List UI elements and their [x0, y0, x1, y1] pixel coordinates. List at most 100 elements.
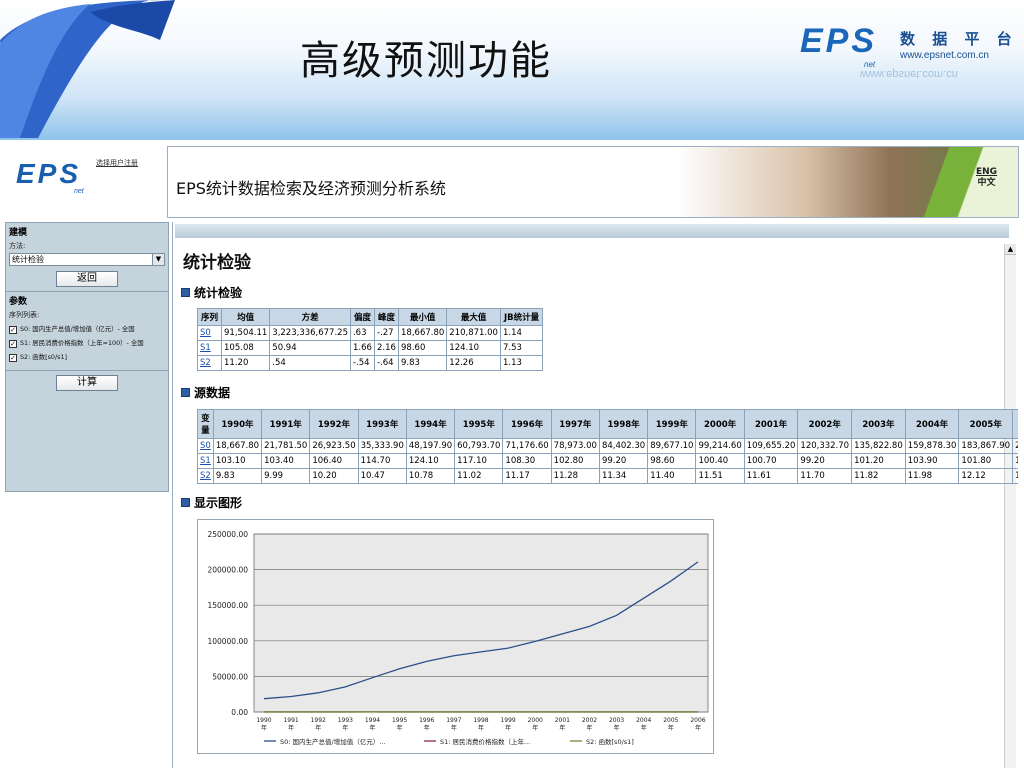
- stats-series-link[interactable]: S2: [196, 355, 223, 371]
- x-tick-label: 2003: [609, 717, 624, 724]
- series-item-s0[interactable]: ✓ S0: 国内生产总值/增加值（亿元）- 全国: [9, 324, 165, 334]
- stats-cell: -.54: [349, 355, 376, 371]
- source-cell: 11.70: [797, 468, 853, 484]
- method-select[interactable]: 统计检验 ▼: [9, 253, 165, 266]
- stats-cell: 105.08: [221, 340, 271, 356]
- register-link[interactable]: 选择用户注册: [96, 158, 138, 168]
- x-tick-label-unit: 年: [369, 724, 375, 732]
- stats-cell: 9.83: [398, 355, 448, 371]
- source-cell: 99.20: [598, 453, 649, 469]
- app-logo: EPS net 选择用户注册: [10, 148, 160, 208]
- collapse-square-icon[interactable]: [181, 498, 190, 507]
- source-cell: 11.51: [695, 468, 745, 484]
- source-cell: 103.90: [904, 453, 960, 469]
- stats-section-label: 统计检验: [194, 286, 243, 300]
- language-switch: ENG 中文: [976, 167, 997, 189]
- source-series-link[interactable]: S0: [197, 438, 214, 454]
- stats-cell: 210,871.00: [446, 325, 501, 341]
- plot-area: [253, 533, 709, 713]
- source-cell: 98.60: [647, 453, 697, 469]
- source-cell: 10.78: [405, 468, 456, 484]
- table-row: S0 18,667.80 21,781.50 26,923.50 35,333.90 48…: [197, 438, 1018, 454]
- stats-header-cell: 峰度: [373, 308, 400, 326]
- source-cell: 117.10: [454, 453, 504, 469]
- source-cell: 18,667.80: [212, 438, 263, 454]
- x-tick-label-unit: 年: [695, 724, 701, 732]
- source-header-cell: 2003年: [851, 409, 906, 439]
- source-series-link[interactable]: S1: [197, 453, 214, 469]
- stats-header-cell: 序列: [196, 308, 223, 326]
- stats-cell: 12.26: [446, 355, 501, 371]
- x-tick-label: 1994: [365, 717, 380, 724]
- collapse-square-icon[interactable]: [181, 288, 190, 297]
- x-tick-label: 1990: [256, 717, 271, 724]
- collapse-square-icon[interactable]: [181, 388, 190, 397]
- line-chart-svg: 0.00 50000.00 100000.00 150000.00 200000.00 2…: [207, 530, 709, 746]
- table-row: S2 11.20.54 -.54 -.64 9.83 12.26 1.13: [196, 355, 544, 371]
- x-tick-label-unit: 年: [315, 724, 321, 732]
- stats-series-link[interactable]: S0: [196, 325, 223, 341]
- x-tick-label: 2001: [555, 717, 570, 724]
- source-header-cell: 2002年: [797, 409, 853, 439]
- source-cell: 108.30: [502, 453, 552, 469]
- checkbox-checked-icon[interactable]: ✓: [9, 354, 17, 362]
- table-row: S1 103.10 103.40 106.40 114.70 124.10 117.10 10…: [197, 453, 1018, 469]
- chevron-down-icon[interactable]: ▼: [152, 254, 164, 265]
- chart-section-title: 显示图形: [181, 494, 242, 511]
- x-tick-label: 1992: [311, 717, 326, 724]
- compute-button[interactable]: 计算: [56, 375, 118, 391]
- lang-cn-link[interactable]: 中文: [976, 178, 997, 189]
- stats-cell: .63: [349, 325, 376, 341]
- source-cell: 99,214.60: [695, 438, 745, 454]
- checkbox-checked-icon[interactable]: ✓: [9, 326, 17, 334]
- source-cell: 114.70: [357, 453, 407, 469]
- source-header-cell: 1991年: [261, 409, 311, 439]
- stats-cell: 50.94: [269, 340, 351, 356]
- source-cell: 100.40: [695, 453, 745, 469]
- source-cell: 48,197.90: [405, 438, 456, 454]
- brand-logo-block: EPS net 数 据 平 台 www.epsnet.com.cn www.ep…: [800, 16, 1020, 86]
- x-tick-label-unit: 年: [397, 724, 403, 732]
- legend-label-s0: S0: 国内生产总值/增加值（亿元）...: [280, 737, 385, 746]
- y-tick-label: 50000.00: [212, 672, 248, 681]
- source-cell: 103.40: [261, 453, 311, 469]
- x-tick-label: 1991: [283, 717, 298, 724]
- series-item-s2[interactable]: ✓ S2: 函数[s0/s1]: [9, 352, 165, 362]
- swoosh-decoration: [0, 0, 175, 138]
- x-tick-label-unit: 年: [505, 724, 511, 732]
- x-tick-label-unit: 年: [532, 724, 538, 732]
- source-cell: 11.61: [743, 468, 799, 484]
- source-cell: 106.40: [309, 453, 359, 469]
- stats-series-link[interactable]: S1: [196, 340, 223, 356]
- method-label: 方法:: [9, 242, 26, 250]
- x-tick-label: 1997: [446, 717, 461, 724]
- x-tick-label-unit: 年: [288, 724, 294, 732]
- stats-cell: 1.66: [349, 340, 376, 356]
- source-cell: 210: [1012, 438, 1018, 454]
- series-label-s0: S0: 国内生产总值/增加值（亿元）- 全国: [20, 325, 135, 333]
- app-logo-text: EPS: [16, 158, 82, 189]
- source-header-cell: 1992年: [309, 409, 359, 439]
- source-cell: 26,923.50: [309, 438, 359, 454]
- vertical-scrollbar[interactable]: ▲: [1004, 244, 1016, 768]
- line-chart: 0.00 50000.00 100000.00 150000.00 200000.00 2…: [197, 519, 714, 754]
- main-topbar: [175, 224, 1009, 238]
- checkbox-checked-icon[interactable]: ✓: [9, 340, 17, 348]
- lang-eng-link[interactable]: ENG: [976, 167, 997, 178]
- x-tick-label: 2002: [582, 717, 597, 724]
- source-cell: 35,333.90: [357, 438, 407, 454]
- source-header-cell: 1994年: [405, 409, 456, 439]
- source-cell: 89,677.10: [647, 438, 697, 454]
- x-tick-label: 1993: [338, 717, 353, 724]
- series-item-s1[interactable]: ✓ S1: 居民消费价格指数（上年=100）- 全国: [9, 338, 165, 348]
- app-banner-title: EPS统计数据检索及经济预测分析系统: [176, 179, 446, 198]
- source-cell: 101: [1012, 453, 1018, 469]
- source-header-cell: 1998年: [598, 409, 649, 439]
- sidebar: 建模 方法: 统计检验 ▼ 返回 参数 序列列表: ✓ S0: 国内生产总值/增加…: [5, 222, 169, 492]
- back-button[interactable]: 返回: [56, 271, 118, 287]
- scroll-up-icon[interactable]: ▲: [1005, 244, 1016, 255]
- series-label-s2: S2: 函数[s0/s1]: [20, 353, 68, 361]
- source-cell: 10.47: [357, 468, 407, 484]
- source-cell: 11.34: [598, 468, 649, 484]
- source-series-link[interactable]: S2: [197, 468, 214, 484]
